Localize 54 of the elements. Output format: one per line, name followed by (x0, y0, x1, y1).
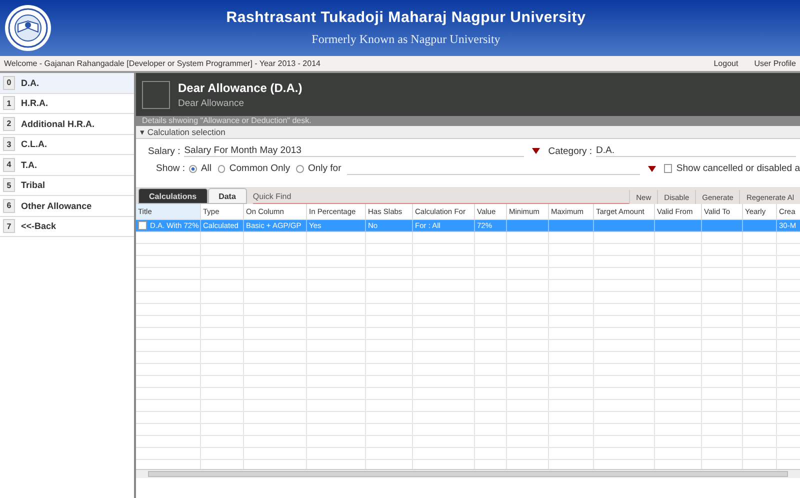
sidebar-item[interactable]: 6 Other Allowance (0, 196, 134, 216)
radio-button[interactable] (296, 164, 304, 172)
quick-find-input[interactable]: Quick Find (252, 190, 630, 203)
radio-label: Only for (308, 163, 342, 174)
sidebar-label: T.A. (21, 160, 38, 170)
sidebar-item[interactable]: 2 Additional H.R.A. (0, 114, 134, 134)
radio-label: All (200, 163, 212, 174)
dropdown-icon[interactable] (532, 148, 540, 154)
sidebar-item[interactable]: 1 H.R.A. (0, 94, 134, 114)
sidebar-item[interactable]: 5 Tribal (0, 176, 134, 196)
checkbox-label: Show cancelled or disabled a (676, 163, 800, 174)
show-label: Show : (156, 163, 186, 174)
welcome-text: Welcome - Gajanan Rahangadale [Developer or System Programmer] - Year 2013 - 2014 (4, 59, 322, 68)
shortcut-key: 5 (3, 178, 15, 192)
sidebar-item[interactable]: 4 T.A. (0, 155, 134, 176)
sidebar-label: H.R.A. (21, 98, 48, 108)
category-label: Category : (548, 146, 592, 156)
checkbox[interactable] (664, 164, 672, 173)
shortcut-key: 0 (3, 76, 15, 90)
row-checkbox[interactable] (138, 221, 147, 230)
details-text: Details shwoing "Allowance or Deduction" desk. (136, 116, 800, 126)
sidebar-item[interactable]: 7 <<-Back (0, 216, 134, 237)
university-subtitle: Formerly Known as Nagpur University (312, 32, 500, 47)
dropdown-icon[interactable] (648, 166, 656, 172)
tab[interactable]: Calculations (138, 188, 208, 204)
shortcut-key: 1 (3, 96, 15, 110)
panel-title: Dear Allowance (D.A.) (178, 80, 302, 94)
tab[interactable]: Data (208, 188, 247, 204)
university-seal-icon (4, 4, 52, 52)
sidebar-label: D.A. (21, 78, 39, 88)
sidebar-item[interactable]: 0 D.A. (0, 73, 134, 94)
sidebar-item[interactable]: 3 C.L.A. (0, 134, 134, 155)
shortcut-key: 3 (3, 137, 15, 152)
sidebar-label: Other Allowance (21, 200, 92, 211)
salary-field[interactable]: Salary For Month May 2013 (184, 145, 524, 157)
sidebar-label: Tribal (21, 180, 46, 190)
horizontal-scrollbar[interactable] (136, 469, 800, 478)
shortcut-key: 4 (3, 158, 15, 172)
shortcut-key: 7 (3, 219, 15, 234)
shortcut-key: 6 (3, 198, 15, 213)
section-header[interactable]: ▾ Calculation selection (136, 126, 800, 139)
sidebar-label: C.L.A. (21, 139, 47, 150)
panel-subtitle: Dear Allowance (178, 98, 246, 108)
shortcut-key: 2 (3, 116, 15, 131)
sidebar-label: Additional H.R.A. (21, 118, 94, 129)
radio-button[interactable] (218, 164, 226, 172)
radio-button[interactable] (189, 164, 197, 172)
university-title: Rashtrasant Tukadoji Maharaj Nagpur University (226, 9, 586, 26)
sidebar-label: <<-Back (21, 221, 56, 232)
header-link[interactable]: Logout (714, 59, 738, 68)
header-link[interactable]: User Profile (754, 59, 796, 68)
radio-label: Common Only (229, 163, 290, 174)
salary-label: Salary : (148, 146, 180, 156)
category-field[interactable]: D.A. (596, 145, 796, 157)
